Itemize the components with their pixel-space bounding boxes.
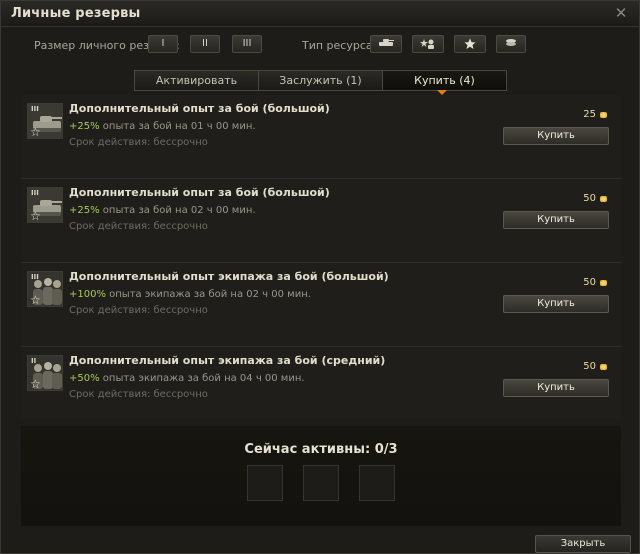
reserve-thumbnail: III ☆	[27, 103, 63, 139]
active-reserves-title: Сейчас активны: 0/3	[244, 442, 398, 457]
reserve-expiry: Срок действия: бессрочно	[69, 305, 208, 316]
tab-activate[interactable]: Активировать (999+)	[135, 71, 259, 106]
list-item: II ☆ Дополнительный опыт экипажа за бой …	[21, 347, 621, 431]
reserve-thumbnail: II ☆	[27, 355, 63, 391]
star-icon: ☆	[30, 209, 41, 223]
gold-icon	[600, 363, 607, 370]
close-button[interactable]: Закрыть	[535, 535, 631, 553]
close-icon[interactable]: ✕	[612, 4, 630, 22]
tab-buy[interactable]: Купить (4)	[383, 71, 506, 90]
tab-bar: Активировать (999+) Заслужить (1) Купить…	[134, 70, 507, 106]
reserve-price: 50	[583, 277, 607, 288]
buy-button[interactable]: Купить	[503, 127, 609, 145]
star-icon: ☆	[30, 377, 41, 391]
level-label: III	[31, 189, 39, 197]
buy-button[interactable]: Купить	[503, 379, 609, 397]
reserve-thumbnail: III ☆	[27, 187, 63, 223]
tank-xp-icon	[379, 39, 394, 46]
list-item: III ☆ Дополнительный опыт за бой (большо…	[21, 95, 621, 179]
reserve-price: 50	[583, 193, 607, 204]
footer-bar: Закрыть	[1, 531, 639, 553]
reserve-expiry: Срок действия: бессрочно	[69, 389, 208, 400]
credits-icon	[506, 39, 516, 46]
reserve-thumbnail: III ☆	[27, 271, 63, 307]
level-label: III	[31, 273, 39, 281]
reserve-description: +25% опыта за бой на 02 ч 00 мин.	[69, 205, 256, 216]
size-filter-ii-button[interactable]: II	[190, 35, 220, 53]
reserve-price: 50	[583, 361, 607, 372]
gold-icon	[600, 111, 607, 118]
star-icon: ☆	[30, 125, 41, 139]
reserve-title: Дополнительный опыт экипажа за бой (боль…	[69, 270, 389, 283]
list-item: III ☆ Дополнительный опыт за бой (большо…	[21, 179, 621, 263]
reserve-description: +100% опыта экипажа за бой на 02 ч 00 ми…	[69, 289, 311, 300]
type-filter-tank-xp-button[interactable]	[370, 35, 402, 53]
type-filter-crew-xp-button[interactable]	[412, 35, 444, 53]
gold-icon	[600, 279, 607, 286]
level-label: II	[31, 357, 37, 365]
tab-earn[interactable]: Заслужить (1)	[259, 71, 383, 90]
reserve-expiry: Срок действия: бессрочно	[69, 137, 208, 148]
reserve-title: Дополнительный опыт за бой (большой)	[69, 186, 330, 199]
active-reserve-slot[interactable]	[303, 465, 339, 501]
list-item: III ☆ Дополнительный опыт экипажа за бой…	[21, 263, 621, 347]
reserve-title: Дополнительный опыт за бой (большой)	[69, 102, 330, 115]
reserve-title: Дополнительный опыт экипажа за бой (сред…	[69, 354, 386, 367]
active-reserve-slot[interactable]	[359, 465, 395, 501]
active-reserves-panel: Сейчас активны: 0/3	[21, 426, 621, 526]
reserve-list: III ☆ Дополнительный опыт за бой (большо…	[21, 95, 621, 419]
type-filter-credits-button[interactable]	[496, 35, 526, 53]
star-icon	[464, 38, 476, 49]
window-title: Личные резервы	[11, 6, 141, 21]
active-reserve-slot[interactable]	[247, 465, 283, 501]
level-label: III	[31, 105, 39, 113]
reserve-description: +50% опыта экипажа за бой на 04 ч 00 мин…	[69, 373, 305, 384]
titlebar: Личные резервы ✕	[1, 1, 639, 27]
reserve-expiry: Срок действия: бессрочно	[69, 221, 208, 232]
star-icon: ☆	[30, 293, 41, 307]
reserve-price: 25	[583, 109, 607, 120]
size-filter-i-button[interactable]: I	[148, 35, 178, 53]
buy-button[interactable]: Купить	[503, 211, 609, 229]
personal-reserves-window: Личные резервы ✕ Размер личного резерва:…	[0, 0, 640, 554]
size-filter-iii-button[interactable]: III	[232, 35, 262, 53]
crew-xp-icon	[420, 39, 434, 49]
type-filter-star-button[interactable]	[454, 35, 486, 53]
gold-icon	[600, 195, 607, 202]
buy-button[interactable]: Купить	[503, 295, 609, 313]
type-filter-label: Тип ресурса:	[302, 39, 377, 52]
filter-bar: Размер личного резерва: I II III Тип рес…	[1, 33, 639, 59]
reserve-description: +25% опыта за бой на 01 ч 00 мин.	[69, 121, 256, 132]
